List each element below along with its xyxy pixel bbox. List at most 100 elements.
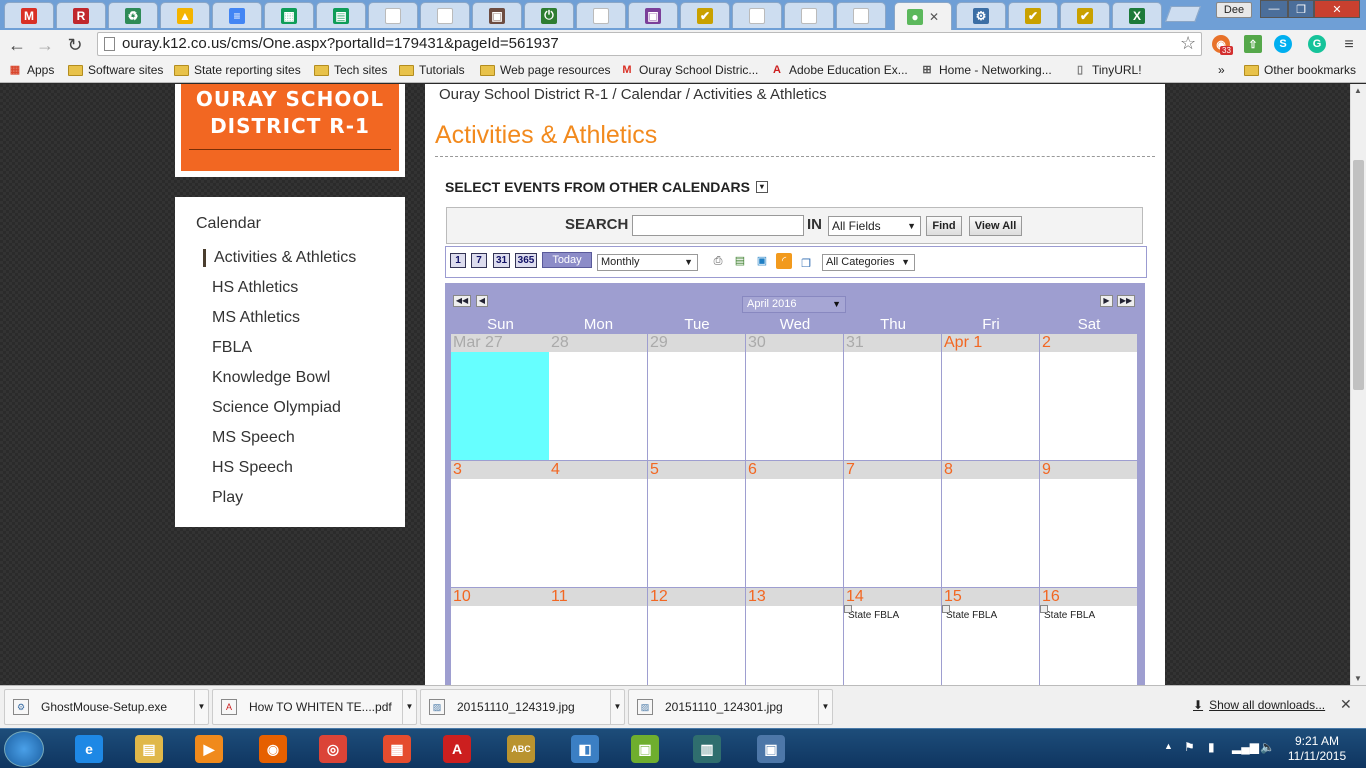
today-button[interactable]: Today bbox=[542, 252, 592, 268]
day-number[interactable]: 2 bbox=[1040, 334, 1137, 352]
day-number[interactable]: 30 bbox=[746, 334, 843, 352]
day-number[interactable]: 4 bbox=[549, 461, 647, 479]
browser-tab[interactable] bbox=[784, 2, 834, 28]
calendar-day-cell[interactable]: 31 bbox=[844, 334, 942, 461]
next-year-icon[interactable]: ▶▶ bbox=[1117, 295, 1135, 307]
browser-tab[interactable]: ≡ bbox=[212, 2, 262, 28]
show-all-downloads-link[interactable]: ⬇ Show all downloads... bbox=[1193, 698, 1325, 712]
new-tab-button[interactable] bbox=[1165, 6, 1201, 22]
browser-tab[interactable] bbox=[732, 2, 782, 28]
category-select[interactable]: All Categories ▼ bbox=[822, 254, 915, 271]
chevron-down-icon[interactable]: ▼ bbox=[194, 690, 208, 724]
nav-heading-calendar[interactable]: Calendar bbox=[196, 215, 261, 233]
day-number[interactable]: Mar 27 bbox=[451, 334, 549, 352]
download-item[interactable]: ▨ 20151110_124301.jpg ▼ bbox=[628, 689, 833, 725]
calendar-day-cell[interactable]: 4 bbox=[549, 461, 648, 588]
browser-tab[interactable]: ⏻ bbox=[524, 2, 574, 28]
taskbar-app-button[interactable]: ▶ bbox=[182, 731, 236, 767]
calendar-day-cell[interactable]: 5 bbox=[648, 461, 746, 588]
other-bookmarks-folder[interactable]: Other bookmarks bbox=[1244, 63, 1356, 77]
close-tab-icon[interactable]: ✕ bbox=[929, 10, 939, 24]
taskbar-app-button[interactable]: ▤ bbox=[122, 731, 176, 767]
calendar-day-cell[interactable]: 8 bbox=[942, 461, 1040, 588]
bookmark-item[interactable]: Tech sites bbox=[314, 63, 387, 77]
month-select[interactable]: April 2016 ▼ bbox=[742, 296, 846, 313]
print-icon[interactable]: ⎙ bbox=[710, 253, 726, 269]
day-number[interactable]: 16 bbox=[1040, 588, 1137, 606]
upload-extension-icon[interactable]: ⇧ bbox=[1244, 35, 1262, 53]
calendar-day-cell[interactable]: 13 bbox=[746, 588, 844, 685]
copy-icon[interactable]: ❐ bbox=[798, 256, 814, 272]
close-window-button[interactable]: ✕ bbox=[1314, 0, 1360, 18]
system-clock[interactable]: 9:21 AM 11/11/2015 bbox=[1282, 734, 1352, 764]
calendar-day-cell[interactable]: 12 bbox=[648, 588, 746, 685]
expand-icon[interactable]: ▾ bbox=[755, 181, 768, 193]
browser-tab[interactable]: ▲ bbox=[160, 2, 210, 28]
calendar-day-cell[interactable]: 11 bbox=[549, 588, 648, 685]
bookmark-item[interactable]: M Ouray School Distric... bbox=[620, 63, 758, 77]
calendar-day-cell[interactable]: Apr 1 bbox=[942, 334, 1040, 461]
bookmark-item[interactable]: State reporting sites bbox=[174, 63, 301, 77]
day-number[interactable]: 29 bbox=[648, 334, 745, 352]
calendar-day-cell[interactable]: 16 State FBLA bbox=[1039, 588, 1138, 685]
view-mode-select[interactable]: Monthly ▼ bbox=[597, 254, 698, 271]
device-icon[interactable]: ▮ bbox=[1208, 740, 1215, 754]
day-number[interactable]: 31 bbox=[844, 334, 941, 352]
district-logo[interactable]: OURAY SCHOOL DISTRICT R-1 bbox=[175, 84, 405, 177]
find-button[interactable]: Find bbox=[926, 216, 962, 236]
calendar-day-cell[interactable]: 10 bbox=[451, 588, 550, 685]
day-number[interactable]: 9 bbox=[1040, 461, 1137, 479]
nav-item[interactable]: Activities & Athletics bbox=[203, 249, 356, 267]
day-number[interactable]: 13 bbox=[746, 588, 843, 606]
menu-icon[interactable]: ≡ bbox=[1338, 34, 1360, 56]
browser-tab[interactable]: ✔ bbox=[1008, 2, 1058, 28]
browser-tab[interactable]: X bbox=[1112, 2, 1162, 28]
back-button[interactable]: ← bbox=[6, 34, 28, 56]
bookmark-star-icon[interactable]: ☆ bbox=[1180, 33, 1196, 54]
bookmark-item[interactable]: ⊞ Home - Networking... bbox=[920, 63, 1051, 77]
taskbar-app-button[interactable]: ◧ bbox=[558, 731, 612, 767]
browser-tab[interactable]: ♻ bbox=[108, 2, 158, 28]
browser-tab[interactable]: ✔ bbox=[1060, 2, 1110, 28]
add-event-icon[interactable]: ▤ bbox=[732, 253, 748, 269]
day-number[interactable]: 6 bbox=[746, 461, 843, 479]
calendar-day-cell[interactable]: 7 bbox=[844, 461, 942, 588]
browser-tab[interactable]: M bbox=[4, 2, 54, 28]
day-number[interactable]: 15 bbox=[942, 588, 1039, 606]
calendar-day-cell[interactable]: 3 bbox=[451, 461, 550, 588]
calendar-event[interactable]: State FBLA bbox=[843, 605, 899, 621]
taskbar-app-button[interactable]: ▣ bbox=[618, 731, 672, 767]
browser-tab[interactable]: ▦ bbox=[264, 2, 314, 28]
calendar-day-cell[interactable]: 29 bbox=[648, 334, 746, 461]
forward-button[interactable]: → bbox=[34, 34, 56, 56]
previous-month-icon[interactable]: ◀ bbox=[476, 295, 488, 307]
week-view-button[interactable]: 7 bbox=[471, 253, 487, 268]
nav-item[interactable]: FBLA bbox=[212, 339, 252, 357]
scroll-down-icon[interactable]: ▼ bbox=[1354, 674, 1362, 683]
address-bar[interactable]: ouray.k12.co.us/cms/One.aspx?portalId=17… bbox=[97, 32, 1202, 56]
browser-tab[interactable] bbox=[420, 2, 470, 28]
browser-tab[interactable]: ✔ bbox=[680, 2, 730, 28]
browser-tab[interactable]: ● ✕ bbox=[894, 2, 952, 30]
taskbar-app-button[interactable]: ABC bbox=[494, 731, 548, 767]
calendar-day-cell[interactable]: Mar 27 bbox=[451, 334, 550, 461]
day-number[interactable]: 12 bbox=[648, 588, 745, 606]
nav-item[interactable]: Play bbox=[212, 489, 243, 507]
year-view-button[interactable]: 365 bbox=[515, 253, 537, 268]
chevron-down-icon[interactable]: ▼ bbox=[818, 690, 832, 724]
nav-item[interactable]: MS Speech bbox=[212, 429, 295, 447]
nav-item[interactable]: HS Speech bbox=[212, 459, 293, 477]
network-signal-icon[interactable]: ▂▄▆ bbox=[1232, 740, 1259, 754]
select-events-toggle[interactable]: SELECT EVENTS FROM OTHER CALENDARS ▾ bbox=[445, 179, 768, 195]
browser-tab[interactable] bbox=[836, 2, 886, 28]
nav-item[interactable]: Science Olympiad bbox=[212, 399, 341, 417]
download-item[interactable]: ⚙ GhostMouse-Setup.exe ▼ bbox=[4, 689, 209, 725]
taskbar-app-button[interactable]: ▣ bbox=[744, 731, 798, 767]
close-shelf-icon[interactable]: ✕ bbox=[1340, 696, 1352, 713]
download-item[interactable]: A How TO WHITEN TE....pdf ▼ bbox=[212, 689, 417, 725]
day-number[interactable]: 5 bbox=[648, 461, 745, 479]
start-button[interactable] bbox=[4, 731, 44, 767]
bookmark-item[interactable]: Web page resources bbox=[480, 63, 611, 77]
export-icon[interactable]: ▣ bbox=[754, 253, 770, 269]
day-number[interactable]: 3 bbox=[451, 461, 549, 479]
